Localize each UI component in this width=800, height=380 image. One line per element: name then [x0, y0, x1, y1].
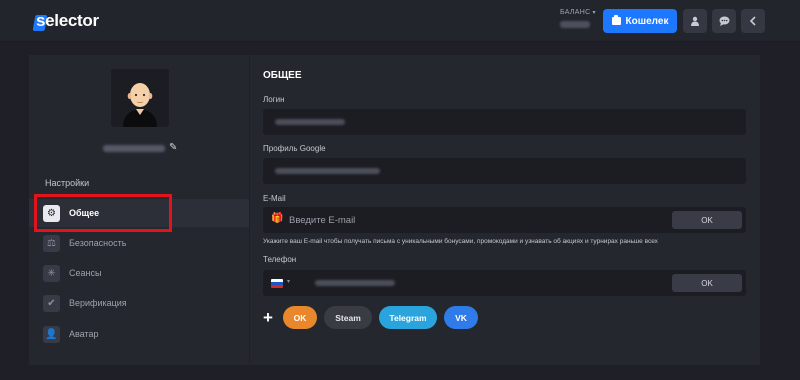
wallet-button[interactable]: Кошелек — [603, 9, 677, 33]
settings-heading: Настройки — [45, 178, 90, 188]
sidebar-item-label: Верификация — [69, 298, 127, 308]
phone-field: ▾ OK — [263, 270, 746, 296]
avatar-image — [111, 69, 169, 127]
gift-icon: 🎁 — [271, 213, 284, 224]
avatar-icon: 👤 — [43, 325, 60, 343]
email-label: E-Mail — [263, 194, 286, 203]
sidebar-item-security[interactable]: ⚖ Безопасность — [29, 229, 249, 257]
wallet-icon — [611, 15, 621, 25]
email-field: 🎁 OK — [263, 207, 746, 233]
plus-icon[interactable]: + — [263, 308, 273, 328]
sidebar-item-label: Аватар — [69, 329, 99, 339]
general-settings-panel: ОБЩЕЕ Логин Профиль Google E-Mail 🎁 OK У… — [250, 55, 760, 365]
chevron-down-icon: ▾ — [592, 10, 596, 16]
wallet-button-label: Кошелек — [625, 15, 669, 27]
sessions-icon: ✳ — [43, 264, 60, 282]
social-ok-button[interactable]: OK — [283, 306, 317, 329]
phone-ok-button[interactable]: OK — [672, 274, 742, 292]
balance-label-text: БАЛАНС — [560, 9, 591, 16]
sidebar-item-label: Сеансы — [69, 268, 102, 278]
logo[interactable]: selector — [32, 10, 99, 32]
avatar[interactable] — [111, 69, 169, 127]
google-profile-field — [263, 158, 746, 184]
balance-value-redacted — [560, 21, 590, 28]
chat-icon — [719, 16, 729, 26]
phone-value-redacted — [315, 280, 395, 286]
social-vk-button[interactable]: VK — [444, 306, 478, 329]
email-hint: Укажите ваш E-mail чтобы получать письма… — [263, 238, 658, 245]
profile-button[interactable] — [683, 9, 707, 33]
google-label: Профиль Google — [263, 144, 326, 153]
social-steam-button[interactable]: Steam — [324, 306, 372, 329]
top-header: selector БАЛАНС ▾ Кошелек — [0, 0, 800, 42]
email-input[interactable] — [289, 213, 669, 227]
social-telegram-button[interactable]: Telegram — [379, 306, 437, 329]
logo-text: selector — [36, 11, 99, 30]
collapse-button[interactable] — [741, 9, 765, 33]
login-label: Логин — [263, 95, 285, 104]
username-redacted — [103, 145, 165, 152]
balance-label: БАЛАНС ▾ — [560, 9, 600, 16]
login-field — [263, 109, 746, 135]
sidebar-item-label: Безопасность — [69, 238, 127, 248]
email-ok-button[interactable]: OK — [672, 211, 742, 229]
sidebar-item-verification[interactable]: ✔ Верификация — [29, 289, 249, 317]
sidebar-item-avatar[interactable]: 👤 Аватар — [29, 320, 249, 348]
balance-dropdown[interactable]: БАЛАНС ▾ — [560, 9, 600, 28]
chat-button[interactable] — [712, 9, 736, 33]
verification-icon: ✔ — [43, 294, 60, 312]
pencil-icon[interactable]: ✎ — [169, 142, 177, 153]
section-title: ОБЩЕЕ — [263, 70, 302, 81]
sidebar-item-sessions[interactable]: ✳ Сеансы — [29, 259, 249, 287]
highlight-annotation — [34, 194, 172, 232]
chevron-down-icon[interactable]: ▾ — [287, 278, 290, 285]
user-icon — [691, 16, 699, 26]
russia-flag-icon[interactable] — [271, 279, 283, 288]
google-value-redacted — [275, 168, 380, 174]
chevron-left-icon — [749, 16, 756, 26]
scales-icon: ⚖ — [43, 234, 60, 252]
login-value-redacted — [275, 119, 345, 125]
phone-label: Телефон — [263, 255, 297, 264]
